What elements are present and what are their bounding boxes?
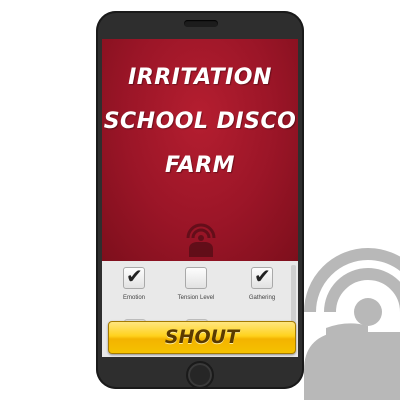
shout-button[interactable]: SHOUT [108, 321, 296, 354]
broadcast-icon [186, 223, 216, 257]
options-row: ✔ Emotion Tension Level ✔ Gathering [102, 264, 292, 317]
phone-speaker [184, 20, 218, 27]
option-label: Gathering [248, 295, 276, 301]
message-line-1: IRRITATION [128, 65, 272, 90]
home-button[interactable] [186, 361, 214, 389]
emotion-checkbox[interactable]: ✔ [123, 264, 145, 289]
option-tension-level[interactable]: Tension Level [166, 267, 226, 301]
message-display: IRRITATION SCHOOL DISCO FARM [102, 39, 298, 261]
message-line-3: FARM [164, 153, 236, 178]
broadcast-logo-icon [304, 248, 400, 400]
option-emotion[interactable]: ✔ Emotion [104, 264, 164, 301]
phone-frame: IRRITATION SCHOOL DISCO FARM ✔ Emotion T… [96, 11, 304, 389]
shout-button-label: SHOUT [164, 326, 240, 348]
gathering-checkbox[interactable]: ✔ [251, 264, 273, 289]
tension-level-checkbox[interactable] [185, 267, 207, 289]
checkmark-icon: ✔ [254, 264, 271, 288]
app-screen: IRRITATION SCHOOL DISCO FARM ✔ Emotion T… [102, 39, 298, 357]
option-gathering[interactable]: ✔ Gathering [232, 264, 292, 301]
checkmark-icon: ✔ [126, 264, 143, 288]
option-label: Emotion [122, 295, 145, 301]
message-line-2: SCHOOL DISCO [103, 109, 297, 134]
option-label: Tension Level [177, 295, 215, 301]
